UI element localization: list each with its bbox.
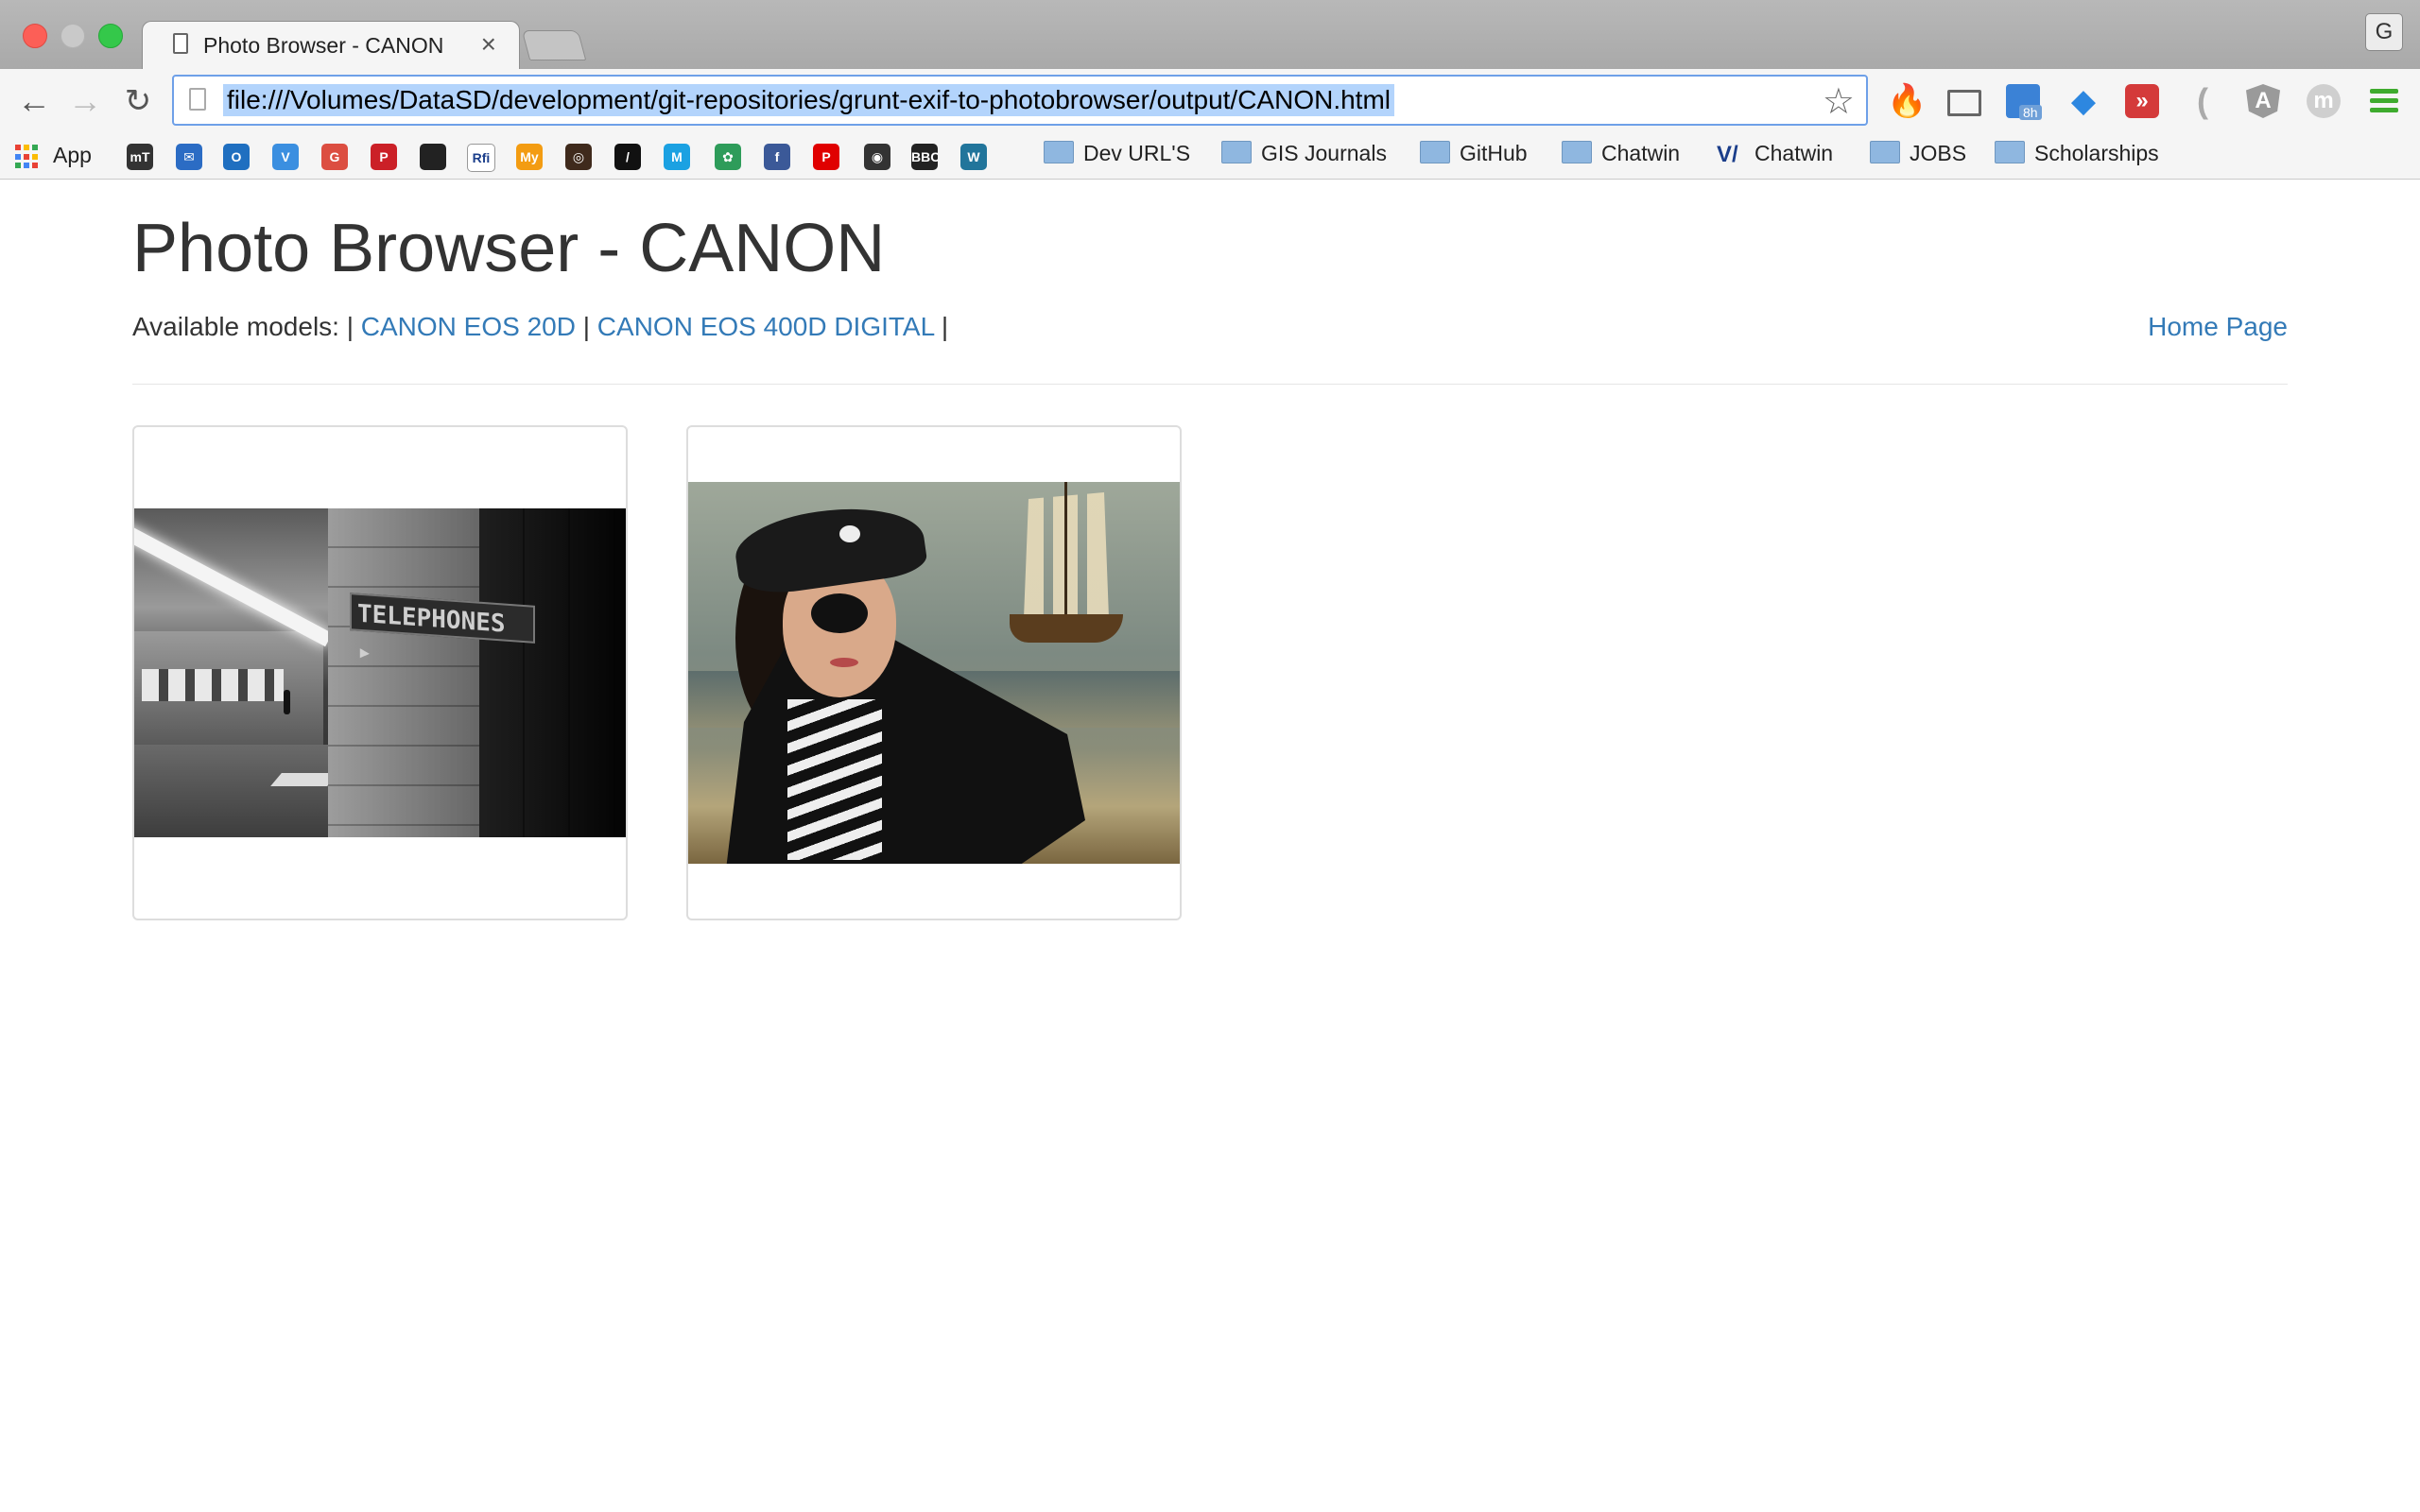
photo-telephones[interactable]: TELEPHONES ▸ [134,508,626,837]
folder-icon [1044,140,1074,163]
outlook-icon[interactable]: O [223,144,250,170]
google-plus-icon[interactable]: G [321,144,348,170]
apps-grid-icon[interactable] [15,145,40,169]
bookmark-label: JOBS [1910,141,1967,165]
bookmark-scholarships-6[interactable]: Scholarships [1995,140,2159,173]
folder-icon [1221,140,1252,163]
bookmark-label: Scholarships [2034,141,2159,165]
facebook-icon[interactable]: f [764,144,790,170]
photo-pirate[interactable] [688,482,1180,864]
maximize-window-button[interactable] [98,24,123,48]
bookmark-chatwin-4[interactable]: V/Chatwin [1717,141,1833,173]
page-icon [189,88,206,111]
new-tab-button[interactable] [521,30,587,60]
page-title: Photo Browser - CANON [132,211,886,286]
models-separator: | [582,312,591,341]
bookmark-github-2[interactable]: GitHub [1420,140,1528,173]
mail-icon[interactable]: ✉ [176,144,202,170]
bbc-icon[interactable]: BBC [911,144,938,170]
bookmark-label: Dev URL'S [1083,141,1191,165]
bookmark-label: Chatwin [1754,141,1834,165]
photo-thumbnail-1[interactable]: TELEPHONES ▸ [132,425,628,920]
bookmarks-bar: App mT ✉ O V G P Rfi My ◎ / M ✿ f P ◉ BBC W Dev URL'S GIS… [0,133,2420,180]
quote-icon[interactable]: ( [2186,84,2220,118]
minimize-window-button[interactable] [60,24,85,48]
tree-icon[interactable]: ✿ [715,144,741,170]
forward-icon[interactable]: » [2125,84,2159,118]
mt-icon[interactable]: mT [127,144,153,170]
calendar-badge: 8h [2019,105,2042,120]
bookmark-chatwin-3[interactable]: Chatwin [1562,140,1681,173]
folder-icon [1870,140,1900,163]
instagram-icon[interactable]: ◎ [565,144,592,170]
bookmark-star-icon[interactable]: ☆ [1823,80,1855,123]
bookmark-dev-url-s-0[interactable]: Dev URL'S [1044,140,1191,173]
fire-icon[interactable]: 🔥 [1887,84,1927,118]
tab-photo-browser[interactable]: Photo Browser - CANON × [142,21,520,69]
apps-label[interactable]: App [53,143,92,168]
pinterest-icon[interactable]: P [371,144,397,170]
wordpress-icon[interactable]: W [960,144,987,170]
browser-titlebar: Photo Browser - CANON × G [0,0,2420,69]
photo-thumbnail-2[interactable] [686,425,1182,920]
models-prefix: Available models: | [132,312,354,341]
bookmark-label: Chatwin [1601,141,1681,165]
folder-icon [1562,140,1592,163]
v-icon[interactable]: V [272,144,299,170]
browser-toolbar: ← → ↻ file:///Volumes/DataSD/development… [0,69,2420,133]
bookmark-label: GitHub [1460,141,1528,165]
folder-icon [1995,140,2025,163]
cast-icon[interactable] [1947,90,1981,116]
available-models-line: Available models: | CANON EOS 20D | CANO… [132,312,948,342]
camera-icon[interactable]: ◉ [864,144,890,170]
my-icon[interactable]: My [516,144,543,170]
reload-icon[interactable]: ↻ [117,80,159,122]
delicious-icon[interactable] [420,144,446,170]
forward-arrow-icon[interactable]: → [64,80,106,122]
angular-icon[interactable]: A [2246,84,2280,118]
folder-icon [1420,140,1450,163]
page-icon [173,33,188,54]
p-icon[interactable]: P [813,144,839,170]
diamond-icon[interactable]: ◆ [2066,84,2100,118]
models-trailing: | [941,312,949,341]
tab-title: Photo Browser - CANON [203,33,444,58]
model-link-eos-20d[interactable]: CANON EOS 20D [361,312,576,341]
model-link-eos-400d[interactable]: CANON EOS 400D DIGITAL [597,312,934,341]
bookmark-jobs-5[interactable]: JOBS [1870,140,1967,173]
close-window-button[interactable] [23,24,47,48]
divider [132,384,2288,385]
tab-close-icon[interactable]: × [481,29,496,60]
bookmark-label: GIS Journals [1261,141,1387,165]
m-square-icon[interactable]: M [664,144,690,170]
profile-button[interactable]: G [2365,13,2403,51]
m-icon[interactable]: m [2307,84,2341,118]
menu-icon[interactable] [2367,84,2401,118]
home-page-link[interactable]: Home Page [2148,312,2288,342]
stripe-icon[interactable]: / [614,144,641,170]
link-icon: V/ [1717,141,1738,167]
bookmark-gis-journals-1[interactable]: GIS Journals [1221,140,1387,173]
address-bar[interactable]: file:///Volumes/DataSD/development/git-r… [172,75,1868,126]
back-arrow-icon[interactable]: ← [13,80,55,122]
rfi-icon[interactable]: Rfi [467,144,495,172]
url-text[interactable]: file:///Volumes/DataSD/development/git-r… [223,84,1394,116]
